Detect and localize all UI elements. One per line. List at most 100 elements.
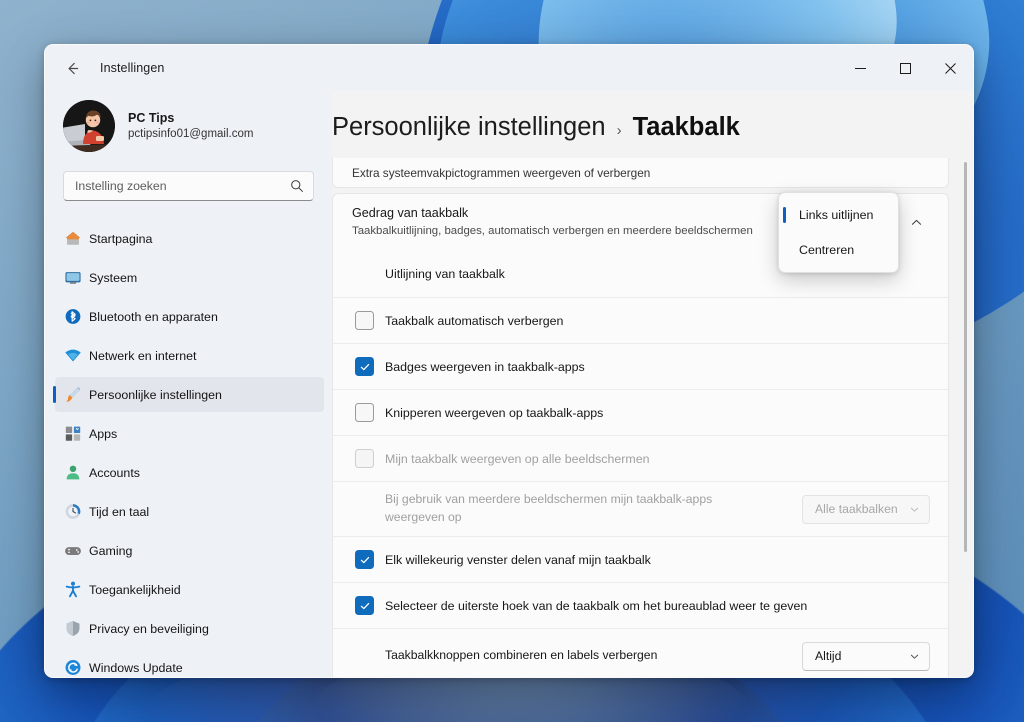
window-controls (838, 45, 973, 91)
gamepad-icon (63, 541, 82, 560)
settings-combo-value: Alle taakbalken (815, 502, 898, 516)
settings-checkbox-row[interactable]: Badges weergeven in taakbalk-apps (333, 343, 948, 389)
content-area: Persoonlijke instellingen › Taakbalk Ext… (332, 91, 973, 677)
scrollbar-thumb[interactable] (964, 162, 967, 552)
sidebar-item-apps[interactable]: Apps (55, 416, 324, 451)
app-title: Instellingen (100, 61, 165, 75)
breadcrumb-separator: › (616, 122, 622, 139)
sidebar-item-label: Gaming (89, 543, 133, 558)
settings-combo-label: Bij gebruik van meerdere beeldschermen m… (385, 492, 713, 524)
chevron-up-icon[interactable] (904, 210, 929, 235)
system-tray-card[interactable]: Extra systeemvakpictogrammen weergeven o… (332, 158, 949, 188)
checkbox-unchecked-icon[interactable] (355, 449, 374, 468)
sidebar-item-label: Netwerk en internet (89, 348, 197, 363)
settings-checkbox-label: Taakbalk automatisch verbergen (385, 313, 564, 328)
account-text: PC Tips pctipsinfo01@gmail.com (128, 110, 253, 142)
system-tray-card-label: Extra systeemvakpictogrammen weergeven o… (352, 165, 651, 180)
account-name: PC Tips (128, 111, 175, 126)
settings-checkbox-row[interactable]: Selecteer de uiterste hoek van de taakba… (333, 582, 948, 628)
sidebar-item-label: Persoonlijke instellingen (89, 387, 222, 402)
minimize-icon[interactable] (838, 45, 883, 91)
sidebar-item-startpagina[interactable]: Startpagina (55, 221, 324, 256)
settings-combo-box[interactable]: Alle taakbalken (802, 494, 930, 524)
sidebar-item-label: Startpagina (89, 231, 153, 246)
sidebar-item-label: Bluetooth en apparaten (89, 309, 218, 324)
chevron-down-icon (909, 504, 920, 515)
avatar (63, 100, 115, 153)
settings-checkbox-row[interactable]: Taakbalk automatisch verbergen (333, 297, 948, 343)
sidebar-item-netwerk-en-internet[interactable]: Netwerk en internet (55, 338, 324, 373)
settings-combo-box[interactable]: Altijd (802, 641, 930, 671)
update-icon (63, 658, 82, 677)
sidebar-item-gaming[interactable]: Gaming (55, 533, 324, 568)
checkbox-checked-icon[interactable] (355, 357, 374, 376)
checkbox-checked-icon[interactable] (355, 596, 374, 615)
sidebar-item-toegankelijkheid[interactable]: Toegankelijkheid (55, 572, 324, 607)
breadcrumb-current: Taakbalk (632, 113, 740, 141)
sidebar-item-persoonlijke-instellingen[interactable]: Persoonlijke instellingen (53, 377, 324, 413)
sidebar-item-label: Systeem (89, 270, 138, 285)
sidebar-item-label: Accounts (89, 465, 140, 480)
sidebar-item-windows-update[interactable]: Windows Update (55, 650, 324, 677)
sidebar-nav-list: Startpagina Systeem Bluetooth en apparaten… (45, 221, 332, 677)
checkbox-unchecked-icon[interactable] (355, 311, 374, 330)
settings-checkbox-row[interactable]: Elk willekeurig venster delen vanaf mijn… (333, 536, 948, 582)
bluetooth-icon (63, 307, 82, 326)
settings-combo-row[interactable]: Taakbalkknoppen combineren en labels ver… (333, 628, 948, 677)
taskbar-alignment-flyout[interactable]: Links uitlijnen Centreren (778, 192, 899, 273)
search-icon[interactable] (290, 179, 304, 193)
accessibility-icon (63, 580, 82, 599)
monitor-icon (63, 268, 82, 287)
checkbox-unchecked-icon[interactable] (355, 403, 374, 422)
settings-checkbox-label: Knipperen weergeven op taakbalk-apps (385, 405, 604, 420)
title-bar: Instellingen (45, 45, 973, 91)
close-icon[interactable] (928, 45, 973, 91)
sidebar-item-label: Tijd en taal (89, 504, 150, 519)
settings-checkbox-row[interactable]: Mijn taakbalk weergeven op alle beeldsch… (333, 435, 948, 481)
settings-window: Instellingen PC Tips pctipsinfo01@gmail.… (44, 44, 974, 678)
flyout-item-centreren[interactable]: Centreren (783, 233, 894, 267)
settings-checkbox-label: Mijn taakbalk weergeven op alle beeldsch… (385, 451, 650, 466)
window-body: PC Tips pctipsinfo01@gmail.com S (45, 91, 973, 677)
maximize-icon[interactable] (883, 45, 928, 91)
apps-icon (63, 424, 82, 443)
account-block[interactable]: PC Tips pctipsinfo01@gmail.com (45, 91, 332, 155)
breadcrumb-parent[interactable]: Persoonlijke instellingen (332, 113, 606, 142)
settings-checkbox-label: Selecteer de uiterste hoek van de taakba… (385, 598, 808, 613)
wifi-icon (63, 346, 82, 365)
sidebar-item-label: Apps (89, 426, 118, 441)
sidebar-item-label: Toegankelijkheid (89, 582, 181, 597)
settings-row-label: Uitlijning van taakbalk (385, 267, 505, 281)
taskbar-behavior-rows: Uitlijning van taakbalk Taakbalk automati… (332, 251, 949, 677)
search-box[interactable] (63, 171, 314, 202)
search-input[interactable] (75, 179, 290, 194)
settings-combo-row[interactable]: Bij gebruik van meerdere beeldschermen m… (333, 481, 948, 536)
sidebar-item-accounts[interactable]: Accounts (55, 455, 324, 490)
flyout-item-label: Centreren (799, 243, 855, 257)
breadcrumb: Persoonlijke instellingen › Taakbalk (332, 91, 973, 158)
sidebar-item-tijd-en-taal[interactable]: Tijd en taal (55, 494, 324, 529)
clock-icon (63, 502, 82, 521)
settings-checkbox-label: Elk willekeurig venster delen vanaf mijn… (385, 552, 651, 567)
sidebar-item-privacy-en-beveiliging[interactable]: Privacy en beveiliging (55, 611, 324, 646)
sidebar-item-label: Privacy en beveiliging (89, 621, 209, 636)
back-arrow-icon[interactable] (55, 53, 89, 83)
checkbox-checked-icon[interactable] (355, 550, 374, 569)
account-email: pctipsinfo01@gmail.com (128, 128, 254, 141)
sidebar-item-systeem[interactable]: Systeem (55, 260, 324, 295)
shield-icon (63, 619, 82, 638)
sidebar-item-label: Windows Update (89, 660, 183, 675)
person-icon (63, 463, 82, 482)
sidebar-item-bluetooth-en-apparaten[interactable]: Bluetooth en apparaten (55, 299, 324, 334)
chevron-down-icon (909, 651, 920, 662)
desktop-background: Instellingen PC Tips pctipsinfo01@gmail.… (0, 0, 1024, 722)
search-wrap (45, 155, 332, 202)
flyout-item-links-uitlijnen[interactable]: Links uitlijnen (783, 198, 894, 232)
home-icon (63, 229, 82, 248)
sidebar: PC Tips pctipsinfo01@gmail.com S (45, 91, 332, 677)
settings-checkbox-row[interactable]: Knipperen weergeven op taakbalk-apps (333, 389, 948, 435)
flyout-item-label: Links uitlijnen (799, 208, 874, 222)
settings-combo-value: Altijd (815, 649, 842, 663)
settings-checkbox-label: Badges weergeven in taakbalk-apps (385, 359, 585, 374)
paintbrush-icon (63, 385, 82, 404)
